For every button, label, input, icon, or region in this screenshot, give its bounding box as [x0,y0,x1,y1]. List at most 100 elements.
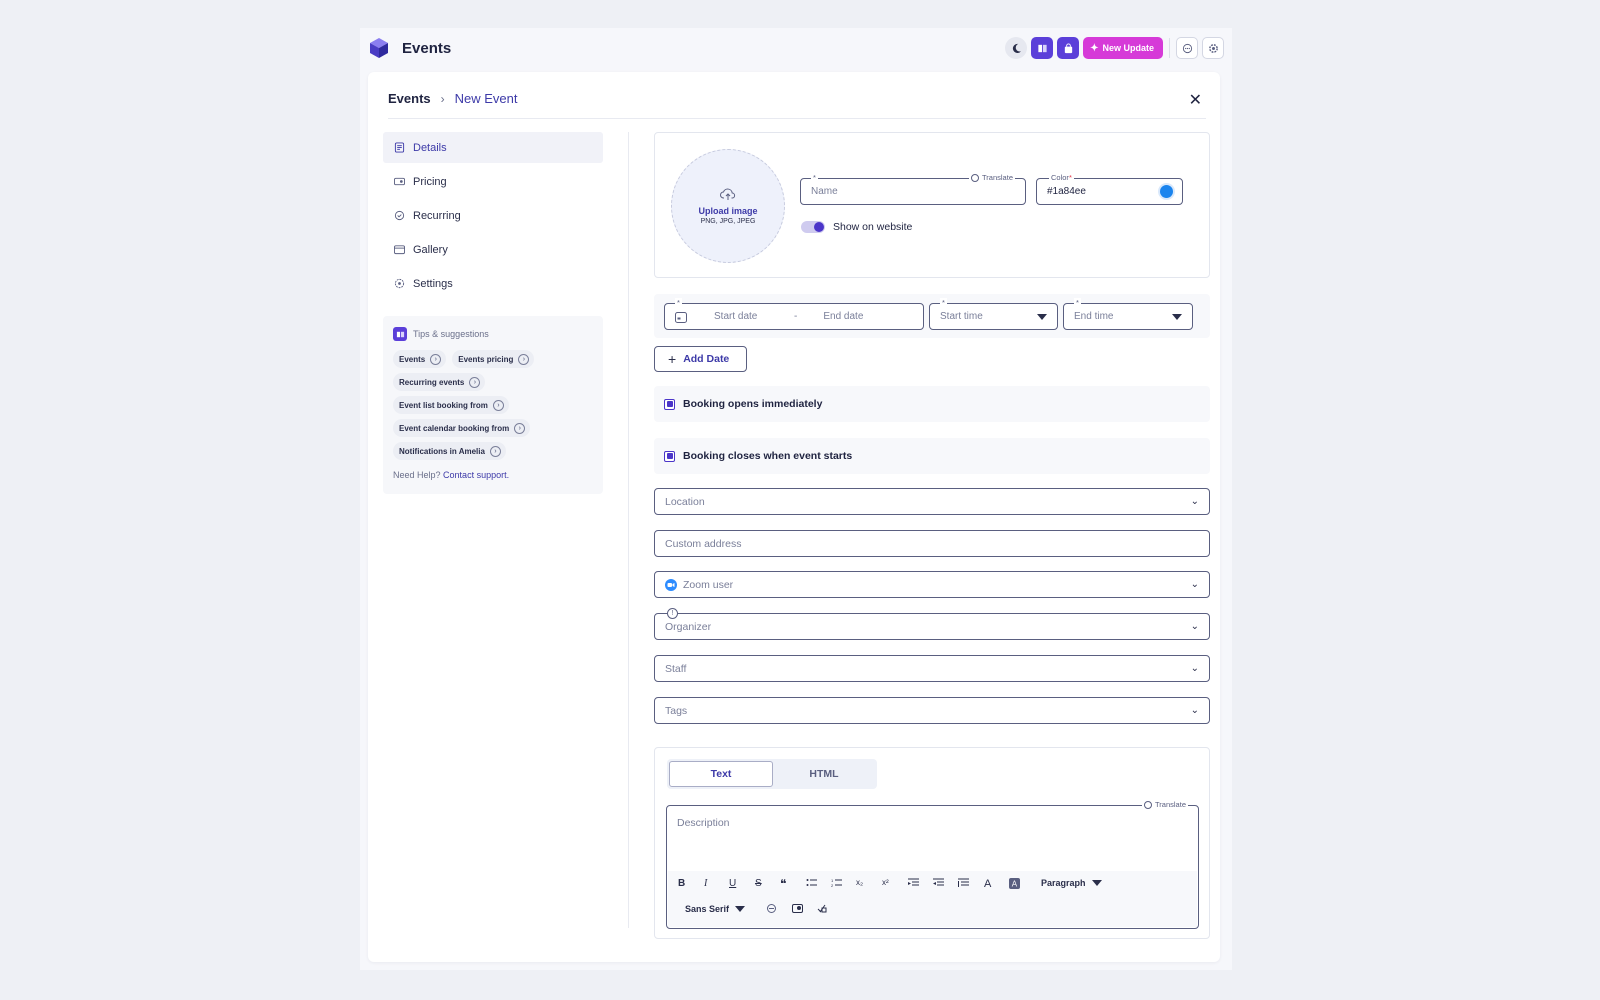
organizer-select[interactable]: ! Organizer ⌄ [654,608,1210,640]
breadcrumb-current: New Event [454,91,518,106]
chevron-down-icon: ⌄ [1190,663,1199,674]
show-on-website-toggle[interactable] [801,221,825,233]
font-color-button[interactable]: A [984,878,991,890]
indent-icon[interactable] [933,878,944,888]
tip-chip[interactable]: Recurring events › [393,373,486,391]
strikethrough-button[interactable]: S [755,878,762,889]
show-on-website-label: Show on website [833,221,913,233]
start-time-select[interactable]: * Start time [929,298,1058,330]
bold-button[interactable]: B [678,878,685,889]
name-field[interactable]: * Translate Name [800,173,1026,205]
breadcrumb-root[interactable]: Events [388,91,431,106]
staff-select[interactable]: Staff ⌄ [654,655,1210,682]
paragraph-dropdown[interactable]: Paragraph [1041,878,1102,888]
tip-chip[interactable]: Notifications in Amelia › [393,442,506,460]
tips-chip-row: Notifications in Amelia › [393,442,593,460]
description-editor: Text HTML Translate Description B I U S … [654,747,1210,939]
close-icon[interactable]: ✕ [1189,90,1202,110]
topbar-separator [1169,38,1170,58]
translate-badge[interactable]: Translate [1142,800,1188,809]
blockquote-button[interactable]: ❝ [780,877,786,891]
tip-chip-label: Notifications in Amelia [399,446,485,456]
align-icon[interactable] [958,878,969,888]
required-marker: * [675,298,682,308]
sidebar-item-recurring[interactable]: Recurring [383,200,603,231]
font-family-dropdown[interactable]: Sans Serif [685,904,746,914]
translate-label: Translate [982,173,1013,182]
tip-chip[interactable]: Event list booking from › [393,396,509,414]
tip-chip[interactable]: Event calendar booking from › [393,419,531,437]
chevron-right-icon: › [469,376,481,388]
link-icon[interactable] [766,903,777,914]
sidebar-item-label: Pricing [413,175,447,188]
tip-chip-label: Events pricing [458,354,514,364]
globe-icon [971,173,979,182]
book-icon [1037,44,1047,52]
zoom-icon [665,578,677,591]
outdent-icon[interactable] [908,878,919,888]
clear-format-icon[interactable] [817,903,828,914]
header-divider [388,118,1206,119]
chevron-down-icon: ⌄ [1190,496,1199,507]
sidebar-item-details[interactable]: Details [383,132,603,163]
italic-button[interactable]: I [704,878,707,889]
booking-opens-checkbox[interactable] [664,398,675,410]
tip-chip[interactable]: Events pricing › [452,350,535,368]
bullet-list-icon[interactable] [806,878,818,888]
chat-button[interactable] [1176,37,1198,59]
chevron-down-icon: ⌄ [1190,621,1199,632]
upload-image-label: Upload image [698,206,758,216]
translate-badge[interactable]: Translate [969,173,1015,182]
zoom-user-select[interactable]: Zoom user ⌄ [654,571,1210,598]
app-window: Events ✦ New Update Events › New Event ✕ [360,28,1232,970]
description-textarea[interactable]: Translate Description B I U S ❝ 12 x₂ x² [666,800,1199,929]
tab-text[interactable]: Text [669,761,773,787]
date-range-field[interactable]: * Start date - End date [664,298,924,330]
location-select[interactable]: Location ⌄ [654,488,1210,515]
chevron-right-icon: › [489,445,501,457]
new-update-label: New Update [1102,43,1154,53]
sidebar-item-settings[interactable]: Settings [383,268,603,299]
highlight-icon[interactable]: A [1009,878,1020,889]
tips-chip-row: Events › Events pricing › [393,350,593,368]
booking-closes-label: Booking closes when event starts [683,450,853,462]
custom-address-input[interactable]: Custom address [654,530,1210,557]
add-date-button[interactable]: + Add Date [654,346,747,372]
name-placeholder: Name [811,186,838,197]
image-icon[interactable] [792,903,804,914]
settings-button[interactable] [1202,37,1224,59]
tips-chip-row: Recurring events › [393,373,593,391]
color-label: Color* [1049,173,1074,183]
sidebar-item-pricing[interactable]: Pricing [383,166,603,197]
color-swatch[interactable] [1160,185,1173,198]
sidebar-item-label: Gallery [413,243,448,256]
docs-button[interactable] [1031,37,1054,59]
required-marker: * [1068,173,1072,182]
caret-down-icon [1172,314,1182,320]
numbered-list-icon[interactable]: 12 [831,878,843,888]
shop-button[interactable] [1057,37,1080,59]
color-field[interactable]: Color* #1a84ee [1036,173,1183,205]
sidebar-item-gallery[interactable]: Gallery [383,234,603,265]
show-on-website-row: Show on website [801,221,912,233]
booking-closes-checkbox[interactable] [664,450,675,462]
date-separator: - [794,311,798,322]
organizer-placeholder: Organizer [665,620,712,633]
subscript-button[interactable]: x₂ [856,878,863,887]
upload-image-dropzone[interactable]: Upload image PNG, JPG, JPEG [671,149,785,263]
contact-support-link[interactable]: Contact support. [443,470,509,480]
globe-icon [1144,800,1152,809]
tip-chip[interactable]: Events › [393,350,447,368]
dark-mode-button[interactable] [1005,37,1028,59]
caret-down-icon [1037,314,1047,320]
new-update-button[interactable]: ✦ New Update [1083,37,1163,59]
superscript-button[interactable]: x² [882,878,889,887]
sidebar-item-label: Recurring [413,209,461,222]
tags-select[interactable]: Tags ⌄ [654,697,1210,724]
tip-chip-label: Event list booking from [399,400,488,410]
end-time-select[interactable]: * End time [1063,298,1193,330]
underline-button[interactable]: U [729,878,736,889]
color-label-text: Color [1051,173,1069,182]
column-divider [628,132,629,928]
tab-html[interactable]: HTML [773,761,875,787]
